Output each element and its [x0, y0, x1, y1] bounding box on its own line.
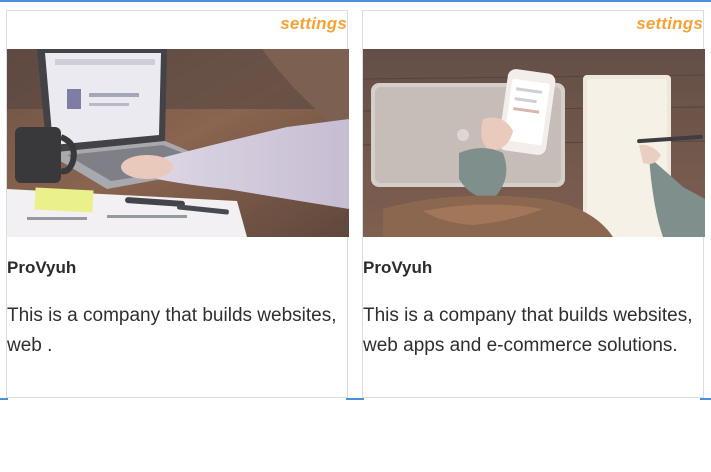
bottom-border-mark [346, 398, 364, 400]
company-card: settings ProVyuh This is a company that … [6, 10, 349, 398]
bottom-border-mark [700, 398, 711, 400]
card-description: This is a company that builds websites, … [7, 305, 337, 356]
card-image-phone [363, 49, 705, 237]
card-description: This is a company that builds websites, … [363, 305, 693, 356]
company-card: settings ProVyuh This is a company that … [362, 10, 705, 398]
card-title: ProVyuh [363, 258, 433, 277]
card-title: ProVyuh [7, 258, 77, 277]
top-border-line [0, 0, 711, 2]
settings-link[interactable]: settings [280, 14, 347, 34]
bottom-border-mark [0, 398, 8, 400]
settings-link[interactable]: settings [636, 14, 703, 34]
card-image-laptop [7, 49, 349, 237]
